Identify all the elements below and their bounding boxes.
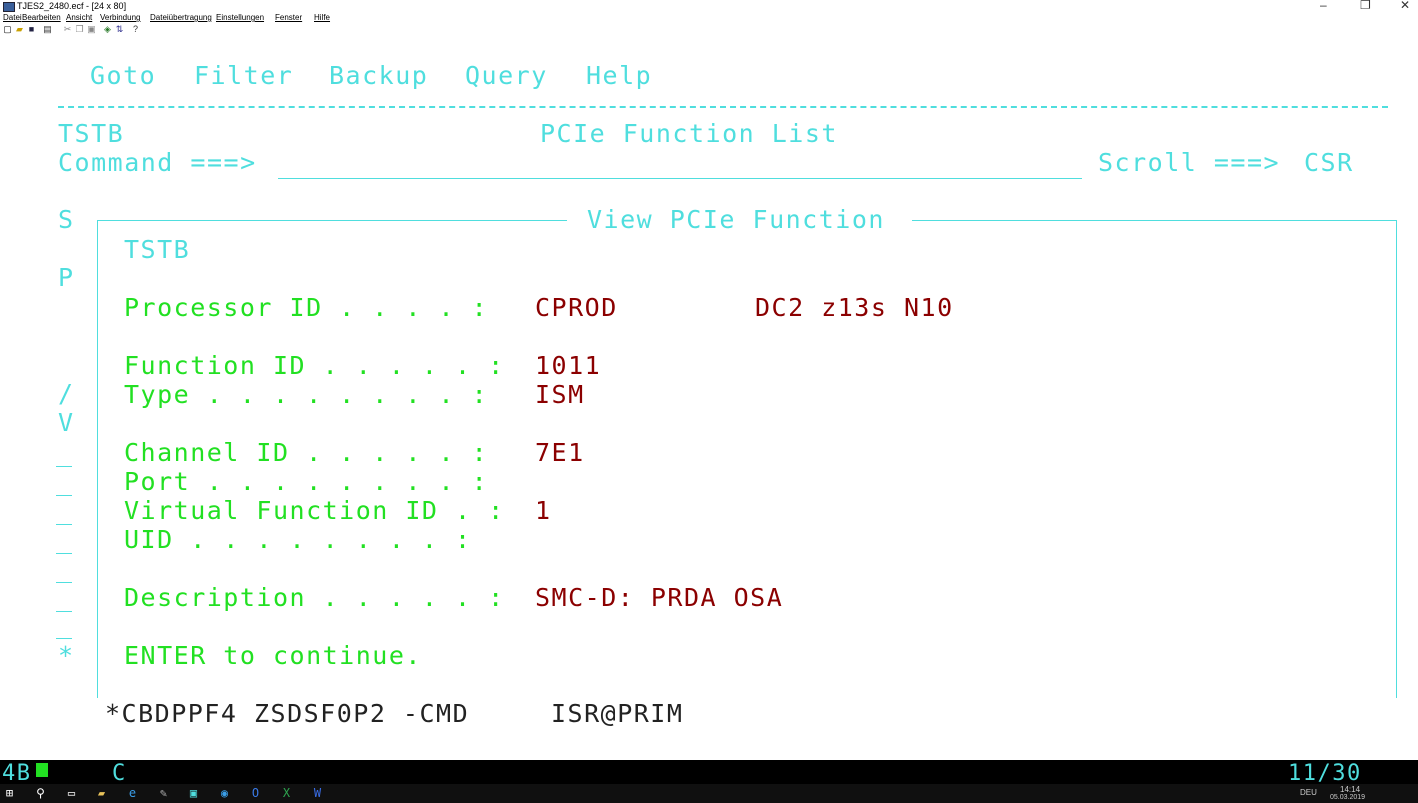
taskbar: ⊞ ⚲ ▭ ▰ e ✎ ▣ ◉ O X W DEU 14:14 05.03.20… bbox=[0, 784, 1418, 803]
copy-icon[interactable]: ❐ bbox=[75, 25, 84, 34]
action-filter[interactable]: Filter bbox=[194, 62, 293, 90]
cut-icon[interactable]: ✂ bbox=[63, 25, 72, 34]
description-label: Description . . . . . : bbox=[124, 583, 505, 612]
menu-ansicht[interactable]: Ansicht bbox=[66, 13, 92, 22]
menu-hilfe[interactable]: Hilfe bbox=[314, 13, 330, 22]
row-select-field[interactable] bbox=[56, 466, 72, 467]
menu-verbindung[interactable]: Verbindung bbox=[100, 13, 140, 22]
vf-id: 1 bbox=[535, 496, 552, 525]
row-select-field[interactable] bbox=[56, 582, 72, 583]
popup-border bbox=[97, 220, 567, 221]
list-left-char: S bbox=[58, 205, 75, 234]
transfer-icon[interactable]: ⇅ bbox=[115, 25, 124, 34]
processor-desc: DC2 z13s N10 bbox=[755, 293, 954, 322]
vf-id-label: Virtual Function ID . : bbox=[124, 496, 505, 525]
menu-fenster[interactable]: Fenster bbox=[275, 13, 302, 22]
list-left-char: * bbox=[58, 641, 75, 670]
row-select-field[interactable] bbox=[56, 553, 72, 554]
description-value: SMC-D: PRDA OSA bbox=[535, 583, 784, 612]
minimize-button[interactable]: – bbox=[1320, 0, 1327, 12]
channel-id: 7E1 bbox=[535, 438, 585, 467]
popup-border bbox=[1396, 220, 1397, 698]
message-line-1: *CBDPPF4 ZSDSF0P2 -CMD bbox=[105, 699, 470, 728]
menu-dateiuebertragung[interactable]: Dateiübertragung bbox=[150, 13, 212, 22]
type-value: ISM bbox=[535, 380, 585, 409]
status-bar: 4B C 11/30 bbox=[0, 760, 1418, 786]
message-line-2: ISR@PRIM bbox=[551, 699, 684, 728]
windows-icon[interactable]: ⊞ bbox=[2, 786, 17, 801]
menu-datei[interactable]: Datei bbox=[3, 13, 22, 22]
terminal-icon[interactable]: ▣ bbox=[186, 786, 201, 801]
list-left-char: V bbox=[58, 408, 75, 437]
task-view-icon[interactable]: ▭ bbox=[64, 786, 79, 801]
action-query[interactable]: Query bbox=[465, 62, 548, 90]
processor-label: Processor ID . . . . : bbox=[124, 293, 489, 322]
toolbar: ▢ ▰ ■ ▤ ✂ ❐ ▣ ◈ ⇅ ? bbox=[0, 24, 1418, 36]
menu-einstellungen[interactable]: Einstellungen bbox=[216, 13, 264, 22]
tray-date[interactable]: 05.03.2019 bbox=[1330, 794, 1365, 801]
paste-icon[interactable]: ▣ bbox=[87, 25, 96, 34]
row-select-field[interactable] bbox=[56, 638, 72, 639]
cursor-position: 11/30 bbox=[1288, 761, 1362, 786]
popup-border bbox=[912, 220, 1397, 221]
outlook-icon[interactable]: O bbox=[248, 786, 263, 801]
popup-footer: ENTER to continue. bbox=[124, 641, 422, 670]
chrome-icon[interactable]: ◉ bbox=[217, 786, 232, 801]
uid-label: UID . . . . . . . . : bbox=[124, 525, 472, 554]
search-icon[interactable]: ⚲ bbox=[33, 786, 48, 801]
terminal-cursor bbox=[36, 763, 48, 777]
file-explorer-icon[interactable]: ▰ bbox=[94, 786, 109, 801]
page-title: PCIe Function List bbox=[540, 119, 838, 148]
menu-bearbeiten[interactable]: Bearbeiten bbox=[22, 13, 61, 22]
status-left: 4B bbox=[2, 761, 32, 786]
print-icon[interactable]: ▤ bbox=[43, 25, 52, 34]
function-id: 1011 bbox=[535, 351, 602, 380]
type-label: Type . . . . . . . . : bbox=[124, 380, 489, 409]
action-bar-separator bbox=[58, 106, 1388, 108]
scroll-value[interactable]: CSR bbox=[1304, 149, 1354, 177]
action-goto[interactable]: Goto bbox=[90, 62, 156, 90]
menu-bar: Datei Bearbeiten Ansicht Verbindung Date… bbox=[0, 13, 1418, 24]
macro-icon[interactable]: ◈ bbox=[103, 25, 112, 34]
command-label: Command ===> bbox=[58, 148, 257, 177]
tray-time[interactable]: 14:14 bbox=[1340, 785, 1360, 794]
status-mid: C bbox=[112, 761, 127, 786]
port-label: Port . . . . . . . . : bbox=[124, 467, 489, 496]
word-icon[interactable]: W bbox=[310, 786, 325, 801]
help-icon[interactable]: ? bbox=[131, 25, 140, 34]
close-button[interactable]: ✕ bbox=[1400, 0, 1410, 12]
scroll-label: Scroll ===> bbox=[1098, 148, 1281, 177]
window-title: TJES2_2480.ecf - [24 x 80] bbox=[17, 1, 127, 11]
command-input-underline[interactable] bbox=[278, 178, 1082, 179]
row-select-field[interactable] bbox=[56, 611, 72, 612]
paint-icon[interactable]: ✎ bbox=[156, 786, 171, 801]
edge-icon[interactable]: e bbox=[125, 786, 140, 801]
action-help[interactable]: Help bbox=[586, 62, 652, 90]
row-select-field[interactable] bbox=[56, 495, 72, 496]
new-icon[interactable]: ▢ bbox=[3, 25, 12, 34]
action-backup[interactable]: Backup bbox=[329, 62, 428, 90]
tray-language[interactable]: DEU bbox=[1300, 788, 1317, 797]
app-icon bbox=[3, 2, 15, 12]
list-left-char: / bbox=[58, 379, 75, 408]
list-left-char: P bbox=[58, 263, 75, 292]
processor-id: CPROD bbox=[535, 293, 618, 322]
function-id-label: Function ID . . . . . : bbox=[124, 351, 505, 380]
popup-border bbox=[97, 220, 98, 698]
popup-title: View PCIe Function bbox=[587, 205, 885, 234]
excel-icon[interactable]: X bbox=[279, 786, 294, 801]
open-icon[interactable]: ▰ bbox=[15, 25, 24, 34]
title-bar: TJES2_2480.ecf - [24 x 80] – ❐ ✕ bbox=[0, 0, 1418, 13]
row-select-field[interactable] bbox=[56, 524, 72, 525]
restore-button[interactable]: ❐ bbox=[1360, 0, 1371, 12]
system-name: TSTB bbox=[58, 119, 125, 148]
save-icon[interactable]: ■ bbox=[27, 25, 36, 34]
channel-id-label: Channel ID . . . . . : bbox=[124, 438, 489, 467]
popup-system: TSTB bbox=[124, 235, 191, 264]
